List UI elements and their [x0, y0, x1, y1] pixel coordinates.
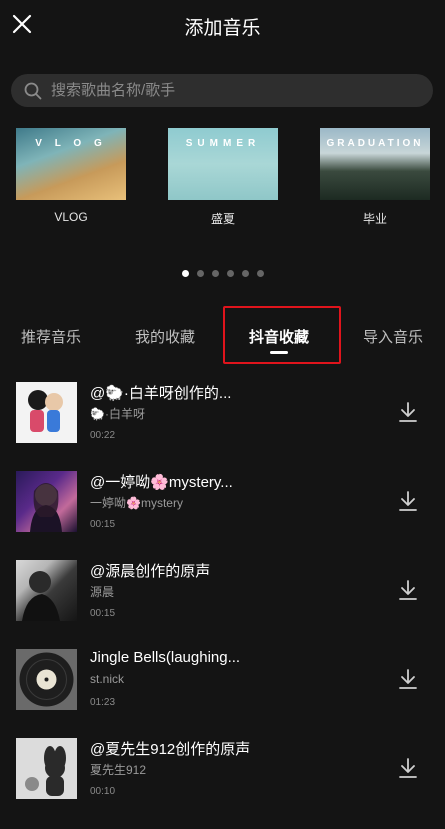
song-item[interactable]: @一婷呦🌸mystery... 一婷呦🌸mystery 00:15: [0, 459, 445, 548]
song-duration: 01:23: [90, 697, 116, 708]
song-duration: 00:10: [90, 786, 116, 797]
category-thumbnail: GRADUATION: [320, 128, 430, 200]
pagination-dot[interactable]: [181, 270, 189, 277]
tab-my-favorites[interactable]: 我的收藏: [135, 326, 195, 347]
thumbnail-text: GRADUATION: [326, 138, 424, 149]
song-cover: [16, 738, 77, 799]
page-title: 添加音乐: [184, 18, 261, 39]
highlight-box: [223, 306, 341, 364]
song-item[interactable]: @源晨创作的原声 源晨 00:15: [0, 548, 445, 637]
tab-bar: 推荐音乐 我的收藏 抖音收藏 导入音乐: [0, 306, 445, 366]
pagination-dot[interactable]: [241, 270, 249, 277]
tab-import-music[interactable]: 导入音乐: [363, 326, 423, 347]
song-title: @夏先生912创作的原声: [90, 741, 251, 758]
song-item[interactable]: @夏先生912创作的原声 夏先生912 00:10: [0, 726, 445, 815]
song-title: @一婷呦🌸mystery...: [90, 474, 233, 491]
category-thumbnail: SUMMER: [168, 128, 278, 200]
song-artist: 🐑·白羊呀: [90, 407, 145, 421]
download-icon[interactable]: [397, 579, 419, 601]
category-graduation[interactable]: GRADUATION 毕业: [320, 128, 430, 227]
thumbnail-text: V L O G: [35, 138, 107, 149]
search-icon: [24, 82, 42, 100]
song-item[interactable]: @🐑·白羊呀创作的... 🐑·白羊呀 00:22: [0, 370, 445, 459]
tab-recommended[interactable]: 推荐音乐: [21, 326, 81, 347]
search-input[interactable]: [51, 74, 421, 107]
song-item[interactable]: Jingle Bells(laughing... st.nick 01:23: [0, 637, 445, 726]
category-vlog[interactable]: V L O G VLOG: [16, 128, 126, 224]
song-duration: 00:15: [90, 608, 116, 619]
song-title: @🐑·白羊呀创作的...: [90, 385, 232, 402]
download-icon[interactable]: [397, 401, 419, 423]
song-cover: [16, 471, 77, 532]
carousel-pagination: [0, 264, 445, 282]
song-cover: [16, 649, 77, 710]
search-bar[interactable]: [11, 74, 433, 107]
song-list: @🐑·白羊呀创作的... 🐑·白羊呀 00:22 @一婷呦🌸mystery...…: [0, 370, 445, 815]
header: 添加音乐: [0, 0, 445, 50]
song-duration: 00:22: [90, 430, 116, 441]
song-cover: [16, 560, 77, 621]
pagination-dot[interactable]: [196, 270, 204, 277]
song-artist: 一婷呦🌸mystery: [90, 496, 183, 510]
category-label: 毕业: [362, 212, 387, 226]
pagination-dot[interactable]: [211, 270, 219, 277]
song-duration: 00:15: [90, 519, 116, 530]
category-thumbnail: V L O G: [16, 128, 126, 200]
song-cover: [16, 382, 77, 443]
song-artist: 夏先生912: [90, 763, 147, 777]
download-icon[interactable]: [397, 490, 419, 512]
song-artist: st.nick: [90, 672, 125, 686]
category-carousel: V L O G VLOG SUMMER 盛夏 GRADUATION 毕业: [0, 128, 445, 228]
category-label: VLOG: [54, 210, 88, 224]
thumbnail-text: SUMMER: [185, 138, 261, 149]
category-label: 盛夏: [210, 212, 235, 226]
song-title: Jingle Bells(laughing...: [90, 649, 241, 666]
pagination-dot[interactable]: [226, 270, 234, 277]
category-summer[interactable]: SUMMER 盛夏: [168, 128, 278, 227]
download-icon[interactable]: [397, 668, 419, 690]
song-artist: 源晨: [90, 585, 115, 599]
pagination-dot[interactable]: [256, 270, 264, 277]
download-icon[interactable]: [397, 757, 419, 779]
song-title: @源晨创作的原声: [90, 563, 211, 580]
